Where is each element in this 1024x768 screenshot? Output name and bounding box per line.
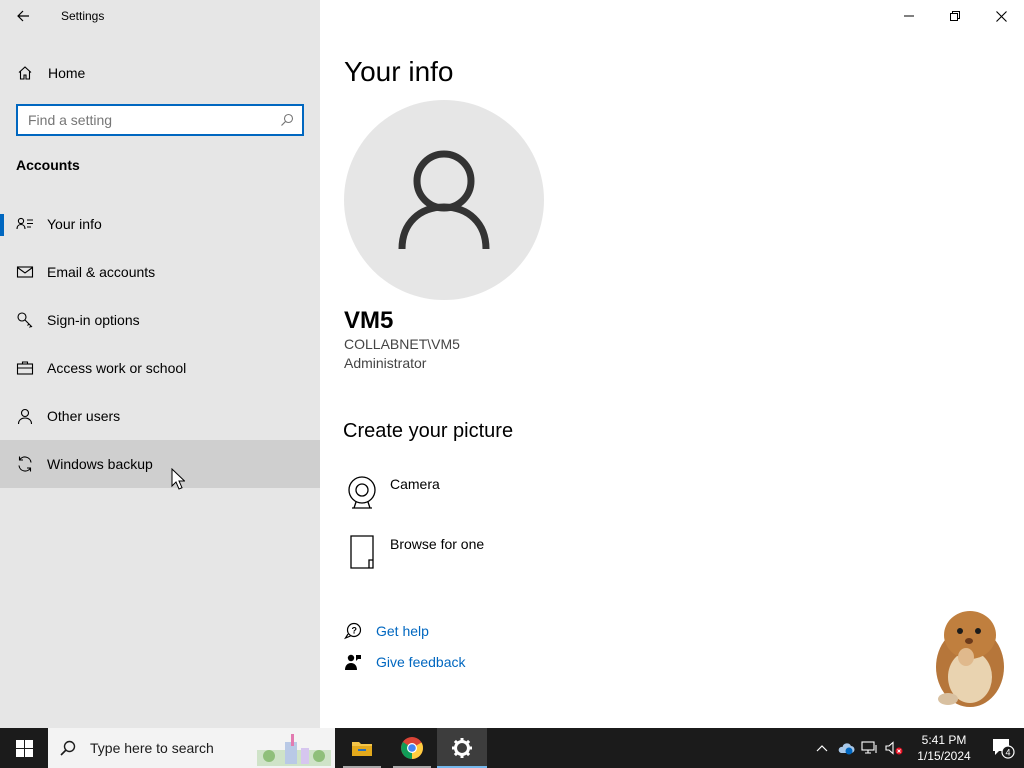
cloud-icon: [838, 743, 855, 755]
chevron-up-icon: [816, 745, 828, 752]
create-picture-title: Create your picture: [343, 420, 514, 442]
main-content: Your info VM5 COLLABNET\VM5 Administrato…: [320, 0, 1024, 728]
nav-item-label: Other users: [47, 408, 121, 424]
search-icon: [60, 740, 76, 756]
nav-home[interactable]: Home: [0, 56, 320, 90]
give-feedback-label: Give feedback: [376, 654, 466, 670]
camera-icon: [344, 474, 380, 510]
close-button[interactable]: [978, 0, 1024, 32]
home-icon: [17, 65, 33, 81]
feedback-person-icon: [344, 653, 362, 671]
file-icon: [344, 534, 380, 570]
windows-logo-icon: [15, 739, 33, 757]
nav-item-windows-backup[interactable]: Windows backup: [0, 440, 320, 488]
volume-muted-icon: [885, 741, 903, 755]
minimize-button[interactable]: [886, 0, 932, 32]
nav-item-label: Access work or school: [47, 360, 187, 376]
taskbar-search-box[interactable]: Type here to search: [48, 728, 335, 768]
clock-date: 1/15/2024: [917, 749, 971, 763]
system-tray: 5:41 PM 1/15/2024 4: [810, 728, 1024, 768]
nav-item-email-accounts[interactable]: Email & accounts: [0, 248, 320, 296]
taskbar-file-explorer[interactable]: [337, 728, 387, 768]
help-chat-icon: ?: [344, 622, 362, 640]
back-arrow-icon: [17, 10, 29, 22]
user-domain: COLLABNET\VM5: [344, 336, 460, 352]
app-title: Settings: [61, 9, 105, 23]
user-role: Administrator: [344, 355, 427, 371]
minimize-icon: [904, 15, 914, 17]
nav-item-label: Sign-in options: [47, 312, 140, 328]
window-controls: [886, 0, 1024, 32]
person-icon: [16, 407, 34, 425]
onedrive-tray-button[interactable]: [834, 728, 858, 768]
search-icon: [281, 113, 294, 126]
browse-option[interactable]: Browse for one: [344, 534, 484, 574]
search-highlight-illustration-icon: [257, 734, 331, 766]
clock[interactable]: 5:41 PM 1/15/2024: [912, 732, 976, 764]
taskbar: Type here to search 5:41 PM 1/15/2024 4: [0, 728, 1024, 768]
chrome-icon: [401, 737, 423, 759]
restore-button[interactable]: [932, 0, 978, 32]
section-title: Accounts: [16, 157, 80, 173]
close-icon: [995, 10, 1007, 22]
sync-icon: [16, 455, 34, 473]
volume-tray-button[interactable]: [882, 728, 906, 768]
nav-item-label: Email & accounts: [47, 264, 156, 280]
settings-search-box[interactable]: [16, 104, 304, 136]
key-icon: [16, 311, 34, 329]
show-hidden-icons-button[interactable]: [810, 728, 834, 768]
title-bar: Settings: [0, 0, 320, 32]
briefcase-icon: [16, 359, 34, 377]
browse-label: Browse for one: [390, 536, 485, 552]
restore-icon: [950, 11, 960, 21]
back-button[interactable]: [0, 0, 46, 32]
page-title: Your info: [344, 56, 454, 87]
get-help-link[interactable]: ? Get help: [344, 622, 429, 640]
network-icon: [861, 741, 877, 754]
nav-list: Your info Email & accounts Sign-in optio…: [0, 200, 320, 488]
camera-label: Camera: [390, 476, 440, 492]
clock-time: 5:41 PM: [921, 733, 967, 747]
taskbar-chrome[interactable]: [387, 728, 437, 768]
give-feedback-link[interactable]: Give feedback: [344, 653, 466, 671]
contact-card-icon: [16, 215, 34, 233]
home-label: Home: [48, 65, 86, 81]
mail-icon: [16, 263, 34, 281]
nav-item-your-info[interactable]: Your info: [0, 200, 320, 248]
user-name: VM5: [344, 307, 394, 334]
mouse-cursor-icon: [171, 468, 185, 490]
nav-item-label: Windows backup: [47, 456, 153, 472]
taskbar-settings[interactable]: [437, 728, 487, 768]
nav-item-label: Your info: [47, 216, 102, 232]
user-placeholder-icon: [398, 150, 490, 250]
nav-item-other-users[interactable]: Other users: [0, 392, 320, 440]
settings-search-input[interactable]: [28, 112, 280, 128]
settings-gear-icon: [452, 738, 472, 758]
notification-count: 4: [1005, 748, 1010, 758]
settings-window: Settings Home Accounts Your info: [0, 0, 1024, 728]
camera-option[interactable]: Camera: [344, 474, 440, 514]
sidebar: Settings Home Accounts Your info: [0, 0, 320, 728]
svg-text:?: ?: [352, 626, 358, 636]
start-button[interactable]: [0, 728, 48, 768]
nav-item-access-work-school[interactable]: Access work or school: [0, 344, 320, 392]
get-help-label: Get help: [376, 623, 429, 639]
avatar: [344, 100, 544, 300]
network-tray-button[interactable]: [858, 728, 882, 768]
nav-item-sign-in-options[interactable]: Sign-in options: [0, 296, 320, 344]
action-center-button[interactable]: 4: [982, 728, 1024, 768]
notification-icon: 4: [993, 739, 1015, 759]
taskbar-search-placeholder: Type here to search: [90, 740, 214, 756]
desktop-mascot-icon: [936, 611, 1004, 707]
file-explorer-icon: [352, 742, 372, 756]
